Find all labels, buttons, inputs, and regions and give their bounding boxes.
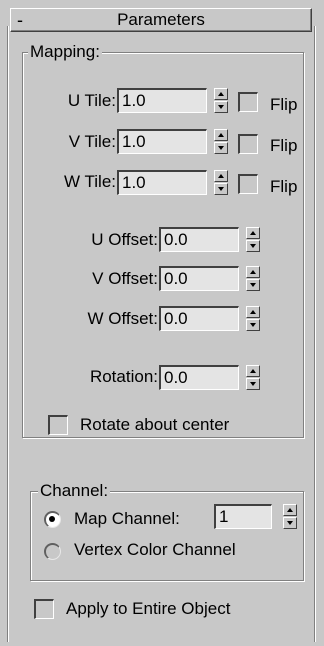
spinner-down-icon[interactable] — [214, 183, 228, 195]
spinner-up-icon[interactable] — [214, 170, 228, 182]
v-tile-flip-label: Flip — [270, 136, 298, 155]
spinner-up-icon[interactable] — [246, 227, 260, 239]
u-tile-flip-label: Flip — [270, 95, 298, 114]
w-offset-spinner[interactable] — [246, 306, 260, 332]
u-tile-spinner[interactable] — [214, 88, 228, 114]
u-offset-input[interactable]: 0.0 — [159, 227, 239, 252]
map-channel-label: Map Channel: — [74, 509, 180, 528]
spinner-up-icon[interactable] — [246, 365, 260, 377]
spinner-down-icon[interactable] — [214, 101, 228, 113]
apply-entire-object-label: Apply to Entire Object — [66, 599, 231, 618]
rotate-about-center-checkbox[interactable] — [48, 415, 68, 435]
w-tile-flip-label: Flip — [270, 177, 298, 196]
v-tile-label: V Tile: — [68, 132, 116, 151]
w-offset-label: W Offset: — [87, 309, 158, 328]
spinner-down-icon[interactable] — [246, 279, 260, 291]
v-tile-flip-checkbox[interactable] — [238, 134, 258, 154]
rotation-spinner[interactable] — [246, 365, 260, 391]
w-offset-input[interactable]: 0.0 — [159, 306, 239, 331]
rotate-about-center-label: Rotate about center — [80, 415, 230, 434]
spinner-down-icon[interactable] — [283, 517, 297, 529]
v-offset-spinner[interactable] — [246, 266, 260, 292]
w-tile-flip-checkbox[interactable] — [238, 174, 258, 194]
rollout-title: Parameters — [117, 10, 205, 29]
rollout-border-left-highlight — [8, 26, 9, 642]
channel-group-legend: Channel: — [38, 481, 111, 500]
spinner-down-icon[interactable] — [214, 142, 228, 154]
v-offset-input[interactable]: 0.0 — [159, 266, 239, 291]
mapping-group-legend: Mapping: — [28, 42, 102, 61]
spinner-up-icon[interactable] — [283, 504, 297, 516]
v-offset-label: V Offset: — [92, 269, 158, 288]
spinner-up-icon[interactable] — [214, 129, 228, 141]
u-offset-label: U Offset: — [91, 230, 158, 249]
u-tile-input[interactable]: 1.0 — [117, 88, 207, 113]
spinner-up-icon[interactable] — [214, 88, 228, 100]
spinner-down-icon[interactable] — [246, 378, 260, 390]
rotation-label: Rotation: — [89, 367, 158, 386]
w-tile-input[interactable]: 1.0 — [117, 170, 207, 195]
u-tile-flip-checkbox[interactable] — [238, 92, 258, 112]
parameters-rollout-header[interactable]: - Parameters — [10, 8, 312, 32]
apply-entire-object-checkbox[interactable] — [34, 599, 54, 619]
map-channel-spinner[interactable] — [283, 504, 297, 530]
spinner-up-icon[interactable] — [246, 306, 260, 318]
u-offset-spinner[interactable] — [246, 227, 260, 253]
spinner-up-icon[interactable] — [246, 266, 260, 278]
rotation-input[interactable]: 0.0 — [159, 365, 239, 390]
map-channel-radio[interactable] — [44, 511, 61, 528]
v-tile-input[interactable]: 1.0 — [117, 129, 207, 154]
u-tile-label: U Tile: — [67, 91, 116, 110]
spinner-down-icon[interactable] — [246, 240, 260, 252]
vertex-color-channel-label: Vertex Color Channel — [74, 540, 236, 559]
w-tile-spinner[interactable] — [214, 170, 228, 196]
spinner-down-icon[interactable] — [246, 319, 260, 331]
rollout-border-right-highlight — [315, 26, 316, 642]
vertex-color-channel-radio[interactable] — [44, 543, 61, 560]
w-tile-label: W Tile: — [64, 172, 116, 191]
map-channel-input[interactable]: 1 — [214, 504, 272, 529]
v-tile-spinner[interactable] — [214, 129, 228, 155]
